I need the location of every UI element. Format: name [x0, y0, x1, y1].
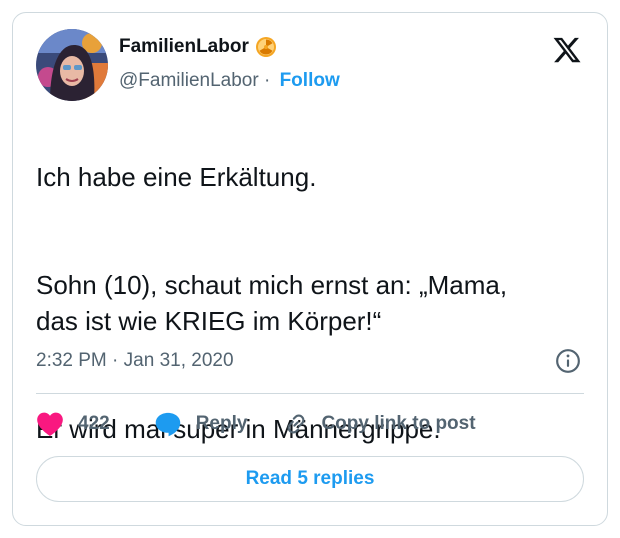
action-bar: 422 Reply Copy link to post [36, 409, 476, 439]
link-icon [288, 414, 305, 434]
reply-button[interactable]: Reply [154, 411, 248, 437]
author-display-name[interactable]: FamilienLabor [119, 36, 249, 58]
tweet-date: Jan 31, 2020 [123, 350, 234, 371]
reply-label: Reply [195, 413, 248, 434]
copy-link-label: Copy link to post [321, 413, 476, 434]
author-handle-row: @FamilienLabor · Follow [119, 70, 340, 92]
info-icon[interactable] [555, 348, 581, 374]
tweet-card: FamilienLabor @FamilienLabor · Follow Ic… [12, 12, 608, 526]
like-count: 422 [78, 413, 110, 434]
read-replies-button[interactable]: Read 5 replies [36, 456, 584, 502]
divider [36, 393, 584, 394]
like-button[interactable]: 422 [36, 411, 110, 437]
author-handle[interactable]: @FamilienLabor [119, 70, 259, 91]
tweet-time: 2:32 PM [36, 350, 107, 371]
tweet-paragraph: Ich habe eine Erkältung. [36, 162, 317, 192]
radioactive-icon [255, 36, 277, 58]
author-name-row: FamilienLabor [119, 36, 277, 58]
tweet-timestamp[interactable]: 2:32 PM · Jan 31, 2020 [36, 350, 234, 372]
reply-bubble-icon [155, 412, 180, 437]
tweet-paragraph: Sohn (10), schaut mich ernst an: „Mama, … [36, 270, 508, 336]
x-logo-icon[interactable] [552, 35, 582, 65]
read-replies-label: Read 5 replies [245, 468, 375, 489]
heart-icon [37, 412, 63, 437]
follow-button[interactable]: Follow [280, 70, 340, 91]
avatar[interactable] [36, 29, 108, 101]
handle-separator: · [263, 70, 271, 91]
copy-link-button[interactable]: Copy link to post [283, 411, 476, 437]
meta-separator: · [112, 350, 119, 371]
